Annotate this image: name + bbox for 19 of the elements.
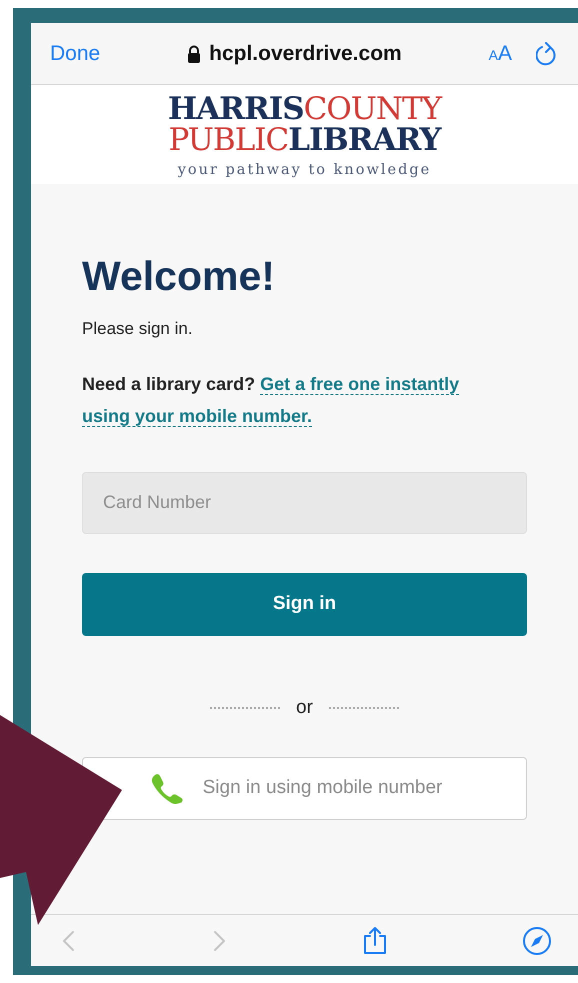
sign-in-prompt: Please sign in. xyxy=(82,318,194,340)
compass-icon[interactable] xyxy=(522,926,552,956)
logo-tagline: your pathway to knowledge xyxy=(178,160,432,180)
or-divider-text: or xyxy=(296,696,313,720)
done-button[interactable]: Done xyxy=(50,38,100,70)
logo-text: PUBLICLIBRARY xyxy=(168,124,441,156)
sign-in-button[interactable]: Sign in xyxy=(82,572,527,636)
logo-text: HARRISCOUNTY xyxy=(168,94,442,125)
card-question: Need a library card? xyxy=(82,374,256,394)
card-number-field[interactable]: Card Number xyxy=(82,472,527,534)
get-card-link[interactable]: Get a free one instantly xyxy=(260,374,460,394)
text-size-button[interactable]: AA xyxy=(488,38,512,70)
get-card-link[interactable]: using your mobile number. xyxy=(82,406,312,426)
share-icon[interactable] xyxy=(362,926,388,956)
welcome-title: Welcome! xyxy=(82,252,276,300)
url-text[interactable]: hcpl.overdrive.com xyxy=(209,38,402,70)
mobile-sign-in-button[interactable]: Sign in using mobile number xyxy=(82,757,527,820)
lock-icon xyxy=(187,44,202,62)
reload-icon[interactable] xyxy=(536,42,558,66)
